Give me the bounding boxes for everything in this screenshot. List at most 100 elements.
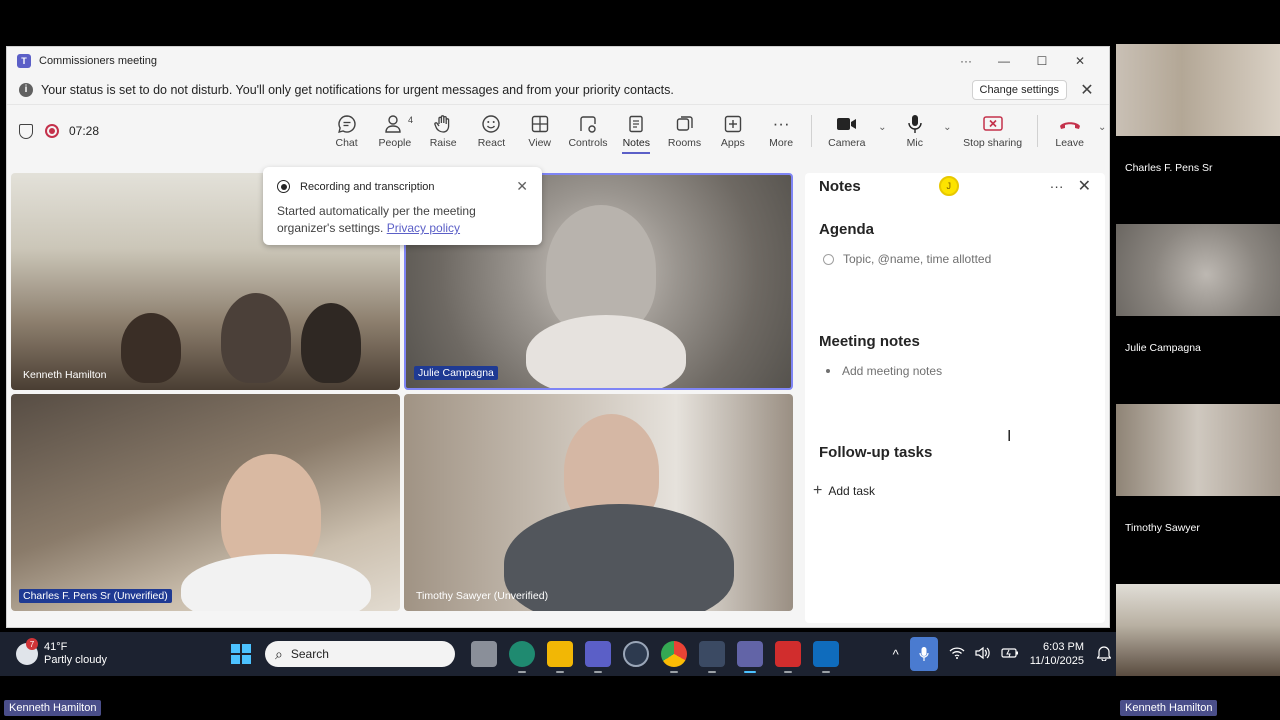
side-participant-name: Julie Campagna bbox=[1125, 342, 1201, 354]
agenda-heading[interactable]: Agenda bbox=[819, 221, 874, 238]
side-video-julie-campagna[interactable] bbox=[1116, 224, 1280, 316]
chat-button[interactable]: Chat bbox=[322, 108, 370, 154]
apps-button[interactable]: Apps bbox=[709, 108, 757, 154]
controls-icon bbox=[578, 113, 598, 135]
toolbar-divider bbox=[811, 115, 813, 147]
agenda-placeholder: Topic, @name, time allotted bbox=[843, 252, 992, 266]
start-button-icon[interactable] bbox=[231, 644, 251, 664]
banner-message: Your status is set to do not disturb. Yo… bbox=[41, 82, 674, 97]
notes-more-icon[interactable]: ··· bbox=[1050, 178, 1064, 194]
windows-taskbar: 7 41°F Partly cloudy ⌕ Search ^ 6:03 PM … bbox=[0, 632, 1116, 676]
leave-options-chevron-icon[interactable]: ⌄ bbox=[1095, 122, 1109, 133]
edge-icon[interactable] bbox=[509, 641, 535, 673]
teams-meeting-taskbar-icon[interactable] bbox=[737, 641, 763, 673]
mic-label: Mic bbox=[906, 137, 923, 149]
notifications-bell-icon[interactable] bbox=[1096, 645, 1112, 664]
side-video-charles-pens[interactable] bbox=[1116, 44, 1280, 136]
phone-link-icon[interactable] bbox=[699, 641, 725, 673]
battery-icon[interactable] bbox=[1001, 647, 1019, 662]
camera-options-chevron-icon[interactable]: ⌄ bbox=[875, 122, 889, 133]
dnd-banner: i Your status is set to do not disturb. … bbox=[7, 75, 1109, 105]
smiley-icon bbox=[481, 113, 501, 135]
shield-icon[interactable] bbox=[19, 123, 33, 139]
video-tile-timothy-sawyer[interactable]: Timothy Sawyer (Unverified) bbox=[404, 394, 793, 611]
camera-icon bbox=[836, 113, 858, 135]
mic-in-use-icon[interactable] bbox=[909, 637, 938, 671]
rooms-label: Rooms bbox=[667, 137, 702, 149]
participant-name: Timothy Sawyer (Unverified) bbox=[416, 590, 549, 602]
chat-label: Chat bbox=[335, 137, 358, 149]
avatar[interactable]: J bbox=[938, 176, 959, 196]
wifi-icon[interactable] bbox=[949, 646, 965, 662]
followup-heading: Follow-up tasks bbox=[819, 444, 933, 461]
notes-panel: Notes J ··· ✕ Agenda Topic, @name, time … bbox=[805, 173, 1105, 623]
video-tile-charles-pens[interactable]: Charles F. Pens Sr (Unverified) bbox=[11, 394, 400, 611]
toolbar-divider-2 bbox=[1037, 115, 1039, 147]
maximize-button[interactable]: ☐ bbox=[1023, 54, 1061, 68]
camera-button[interactable]: Camera bbox=[818, 108, 875, 154]
more-button[interactable]: ··· More bbox=[757, 108, 805, 154]
recording-notice-popup: Recording and transcription ✕ Started au… bbox=[263, 167, 542, 245]
copilot-icon[interactable] bbox=[623, 641, 649, 667]
recording-icon bbox=[45, 124, 59, 138]
close-window-button[interactable]: ✕ bbox=[1061, 54, 1099, 68]
participant-silhouette bbox=[221, 293, 291, 383]
outlook-icon[interactable] bbox=[813, 641, 839, 673]
chevron-up-icon[interactable]: ^ bbox=[893, 647, 899, 662]
meeting-notes-heading: Meeting notes bbox=[819, 333, 920, 350]
react-label: React bbox=[477, 137, 506, 149]
leave-button[interactable]: Leave bbox=[1044, 108, 1095, 154]
more-label: More bbox=[769, 137, 794, 149]
people-button[interactable]: 4 People bbox=[371, 108, 419, 154]
notes-icon bbox=[626, 113, 646, 135]
leave-label: Leave bbox=[1055, 137, 1084, 149]
meeting-notes-item[interactable]: Add meeting notes bbox=[823, 364, 942, 378]
participant-name: Kenneth Hamilton bbox=[23, 369, 107, 381]
more-options-button[interactable]: ··· bbox=[947, 54, 985, 68]
close-popup-icon[interactable]: ✕ bbox=[516, 178, 528, 195]
dismiss-banner-button[interactable]: ✕ bbox=[1077, 80, 1097, 100]
apps-label: Apps bbox=[720, 137, 745, 149]
screen: T Commissioners meeting ··· — ☐ ✕ i Your… bbox=[0, 0, 1280, 720]
add-task-button[interactable]: + Add task bbox=[813, 482, 875, 500]
mic-button[interactable]: Mic bbox=[889, 108, 940, 154]
participant-name: Julie Campagna bbox=[414, 366, 498, 380]
checkbox-circle-icon[interactable] bbox=[823, 253, 834, 265]
raise-hand-button[interactable]: Raise bbox=[419, 108, 467, 154]
react-button[interactable]: React bbox=[467, 108, 515, 154]
file-explorer-icon[interactable] bbox=[547, 641, 573, 673]
agenda-item[interactable]: Topic, @name, time allotted bbox=[823, 252, 991, 266]
notes-button[interactable]: Notes bbox=[612, 108, 660, 154]
meeting-timer: 07:28 bbox=[69, 124, 100, 138]
weather-temp: 41°F bbox=[44, 641, 68, 653]
people-icon bbox=[384, 113, 406, 135]
minimize-button[interactable]: — bbox=[985, 54, 1023, 68]
teams-taskbar-icon[interactable] bbox=[585, 641, 611, 673]
mic-options-chevron-icon[interactable]: ⌄ bbox=[940, 122, 954, 133]
add-app-icon bbox=[723, 113, 743, 135]
people-count: 4 bbox=[408, 115, 414, 125]
rooms-button[interactable]: Rooms bbox=[660, 108, 708, 154]
side-video-timothy-sawyer[interactable] bbox=[1116, 404, 1280, 496]
close-notes-icon[interactable]: ✕ bbox=[1078, 176, 1091, 196]
chrome-icon[interactable] bbox=[661, 641, 687, 673]
weather-icon: 7 bbox=[16, 638, 38, 665]
side-participant-name: Charles F. Pens Sr bbox=[1125, 162, 1213, 174]
weather-widget[interactable]: 7 41°F Partly cloudy bbox=[16, 638, 234, 667]
privacy-policy-link[interactable]: Privacy policy bbox=[387, 221, 460, 235]
view-button[interactable]: View bbox=[516, 108, 564, 154]
side-video-room[interactable] bbox=[1116, 584, 1280, 676]
task-view-icon[interactable] bbox=[471, 641, 497, 667]
bottom-name-label: Kenneth Hamilton bbox=[4, 700, 102, 716]
controls-button[interactable]: Controls bbox=[564, 108, 612, 154]
taskbar-search[interactable]: ⌕ Search bbox=[265, 641, 455, 667]
stop-sharing-button[interactable]: Stop sharing bbox=[954, 108, 1031, 154]
acrobat-icon[interactable] bbox=[775, 641, 801, 673]
people-label: People bbox=[378, 137, 412, 149]
volume-icon[interactable] bbox=[975, 646, 991, 663]
text-cursor-icon: I bbox=[1007, 428, 1012, 445]
clock[interactable]: 6:03 PM 11/10/2025 bbox=[1030, 640, 1084, 668]
participant-silhouette bbox=[301, 303, 361, 383]
change-settings-button[interactable]: Change settings bbox=[971, 79, 1067, 100]
camera-label: Camera bbox=[828, 137, 866, 149]
